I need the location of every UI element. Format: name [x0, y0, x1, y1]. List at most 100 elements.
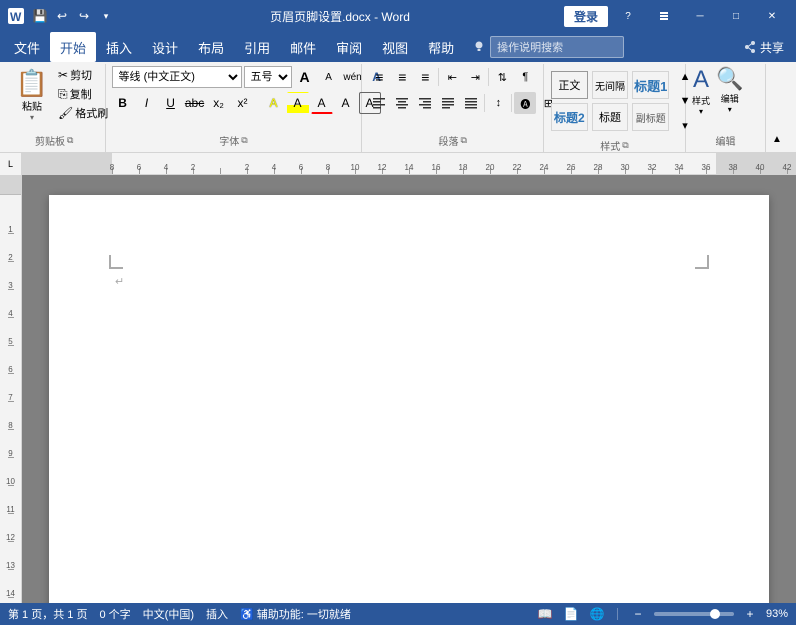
text-effect-button[interactable]: A: [263, 92, 285, 114]
editing-group-label: 编辑: [716, 133, 736, 148]
superscript-button[interactable]: x²: [232, 92, 254, 114]
style-no-spacing[interactable]: 无间隔: [592, 71, 629, 99]
horizontal-ruler: 8642246810121416182022242628303234363840…: [22, 153, 796, 174]
style-title[interactable]: 标题: [592, 103, 629, 131]
zoom-in-button[interactable]: +: [740, 606, 760, 622]
status-bar-left: 第 1 页，共 1 页 0 个字 中文(中国) 插入 ♿ 辅助功能: 一切就绪: [8, 606, 351, 622]
read-view-button[interactable]: 📖: [535, 606, 555, 622]
style-heading2[interactable]: 标题2: [551, 103, 588, 131]
menu-bar: 文件 开始 插入 设计 布局 引用 邮件 审阅 视图 帮助 操作说明搜索 共享: [0, 32, 796, 62]
clipboard-group-label: 剪贴板: [35, 133, 65, 148]
underline-button[interactable]: U: [160, 92, 182, 114]
find-button[interactable]: 🔍 编辑 ▾: [716, 66, 743, 114]
menu-review[interactable]: 审阅: [326, 32, 372, 62]
style-normal[interactable]: 正文: [551, 71, 588, 99]
bullets-button[interactable]: ≡: [368, 66, 390, 88]
line-spacing-button[interactable]: ↕: [487, 92, 509, 114]
show-marks-button[interactable]: ¶: [514, 66, 536, 88]
bold-button[interactable]: B: [112, 92, 134, 114]
save-button[interactable]: 💾: [30, 6, 50, 26]
italic-button[interactable]: I: [136, 92, 158, 114]
font-group-label: 字体: [219, 133, 239, 148]
menu-help[interactable]: 帮助: [418, 32, 464, 62]
page-view-button[interactable]: 📄: [561, 606, 581, 622]
font-format-button[interactable]: wén: [342, 66, 364, 88]
language: 中文(中国): [143, 606, 194, 622]
align-right-button[interactable]: [414, 92, 436, 114]
cut-button[interactable]: ✂剪切: [56, 66, 110, 84]
document-content[interactable]: [49, 195, 769, 603]
word-count: 0 个字: [99, 606, 130, 622]
paragraph-mark: ↵: [115, 275, 124, 288]
help-button[interactable]: ?: [612, 5, 644, 27]
page-corner-tr: [695, 255, 709, 269]
paragraph-expand-icon[interactable]: ⧉: [460, 135, 466, 146]
font-size-decrease-button[interactable]: A: [318, 66, 340, 88]
ribbon-group-clipboard: 📋 粘贴 ▾ ✂剪切 ⎘复制 🖌格式刷 剪贴板 ⧉: [4, 64, 106, 152]
font-name-select[interactable]: 等线 (中文正文): [112, 66, 242, 88]
customize-qa-button[interactable]: ▾: [96, 6, 116, 26]
justify-button[interactable]: [437, 92, 459, 114]
menu-view[interactable]: 视图: [372, 32, 418, 62]
font-expand-icon[interactable]: ⧉: [241, 135, 247, 146]
menu-mailings[interactable]: 邮件: [280, 32, 326, 62]
maximize-button[interactable]: □: [720, 5, 752, 27]
font-color-button[interactable]: A: [311, 92, 333, 114]
share-button[interactable]: 共享: [735, 32, 792, 62]
copy-button[interactable]: ⎘复制: [56, 85, 110, 103]
align-left-button[interactable]: [368, 92, 390, 114]
ribbon-toggle-button[interactable]: [648, 5, 680, 27]
document-page: ↵: [49, 195, 769, 603]
multilevel-list-button[interactable]: ≡: [414, 66, 436, 88]
decrease-indent-button[interactable]: ⇤: [441, 66, 463, 88]
menu-insert[interactable]: 插入: [96, 32, 142, 62]
font-size-increase-button[interactable]: A: [294, 66, 316, 88]
page-corner-tl: [109, 255, 123, 269]
vertical-ruler: 1234567891011121314: [0, 175, 22, 603]
char-shading-button[interactable]: A: [335, 92, 357, 114]
ribbon-collapse-button[interactable]: ▲: [766, 128, 788, 150]
menu-references[interactable]: 引用: [234, 32, 280, 62]
light-bulb-icon: [472, 40, 486, 54]
font-size-select[interactable]: 五号: [244, 66, 292, 88]
style-heading1[interactable]: 标题1: [632, 71, 669, 99]
styles-expand-icon[interactable]: ⧉: [622, 140, 628, 151]
search-box[interactable]: 操作说明搜索: [490, 36, 624, 58]
web-view-button[interactable]: 🌐: [587, 606, 607, 622]
increase-indent-button[interactable]: ⇥: [464, 66, 486, 88]
undo-button[interactable]: ↩: [52, 6, 72, 26]
menu-design[interactable]: 设计: [142, 32, 188, 62]
minimize-button[interactable]: ─: [684, 5, 716, 27]
zoom-slider[interactable]: [654, 612, 734, 616]
sort-button[interactable]: ⇅: [491, 66, 513, 88]
ribbon-group-paragraph: ≡ ≡ ≡ ⇤ ⇥ ⇅ ¶: [362, 64, 544, 152]
numbering-button[interactable]: ≡: [391, 66, 413, 88]
redo-button[interactable]: ↪: [74, 6, 94, 26]
format-painter-button[interactable]: 🖌格式刷: [56, 104, 110, 122]
shading-button[interactable]: 🅐: [514, 92, 536, 114]
paste-button[interactable]: 📋 粘贴 ▾: [10, 66, 54, 126]
accessibility-status: ♿ 辅助功能: 一切就绪: [240, 606, 351, 622]
menu-layout[interactable]: 布局: [188, 32, 234, 62]
subscript-button[interactable]: x₂: [208, 92, 230, 114]
highlight-button[interactable]: A: [287, 92, 309, 114]
page-info: 第 1 页，共 1 页: [8, 606, 87, 622]
align-center-button[interactable]: [391, 92, 413, 114]
horizontal-ruler-area: L 86422468101214161820222426283032343638…: [0, 153, 796, 175]
zoom-out-button[interactable]: −: [628, 606, 648, 622]
login-button[interactable]: 登录: [564, 6, 608, 27]
styles-button[interactable]: A 样式 ▾: [692, 66, 710, 116]
menu-file[interactable]: 文件: [4, 32, 50, 62]
ruler-corner[interactable]: L: [0, 153, 22, 175]
strikethrough-button[interactable]: abc: [184, 92, 206, 114]
insert-mode[interactable]: 插入: [206, 606, 228, 622]
zoom-thumb[interactable]: [710, 609, 720, 619]
menu-home[interactable]: 开始: [50, 32, 96, 62]
close-button[interactable]: ✕: [756, 5, 788, 27]
dist-align-button[interactable]: [460, 92, 482, 114]
zoom-percent[interactable]: 93%: [766, 608, 788, 620]
clipboard-expand-icon[interactable]: ⧉: [67, 135, 73, 146]
status-bar: 第 1 页，共 1 页 0 个字 中文(中国) 插入 ♿ 辅助功能: 一切就绪 …: [0, 603, 796, 625]
style-subtitle[interactable]: 副标题: [632, 103, 669, 131]
document-scroll-area[interactable]: ↵: [22, 175, 796, 603]
